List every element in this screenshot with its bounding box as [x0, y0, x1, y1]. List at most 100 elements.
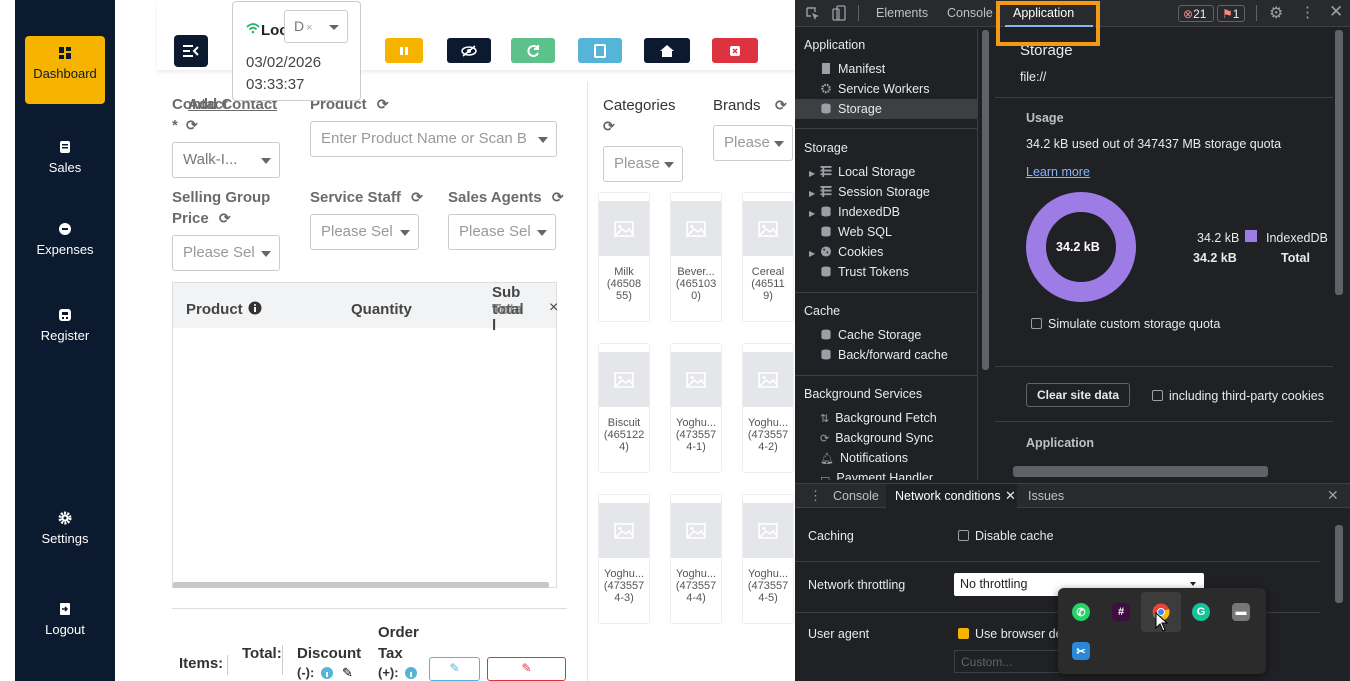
edit-discount-icon[interactable]: ✎ — [342, 665, 353, 681]
tree-item-payment-handler[interactable]: ▭ Payment Handler — [820, 471, 933, 480]
more-options-icon[interactable]: ⋮ — [1300, 3, 1315, 21]
tree-item-storage[interactable]: Storage — [820, 102, 882, 116]
drawer-tab-console[interactable]: Console — [833, 489, 879, 503]
edit-tax-button[interactable]: ✎ — [429, 657, 480, 681]
tablet-button[interactable] — [578, 38, 622, 63]
tree-item-background-sync[interactable]: ⟳ Background Sync — [820, 431, 933, 445]
sales-agents-select[interactable]: Please Sel — [448, 214, 556, 250]
sidebar-item-expenses[interactable]: Expenses — [25, 212, 105, 280]
tab-elements[interactable]: Elements — [876, 6, 928, 20]
tax-label: Tax — [378, 645, 403, 662]
device-toggle-icon[interactable] — [832, 5, 846, 21]
clear-icon[interactable]: × — [306, 22, 312, 34]
drawer-tab-network-conditions[interactable]: Network conditions — [895, 489, 1001, 503]
hide-button[interactable] — [447, 38, 491, 63]
drawer-tab-issues[interactable]: Issues — [1028, 489, 1064, 503]
checkbox[interactable] — [1152, 390, 1163, 401]
third-party-checkbox[interactable]: including third-party cookies — [1152, 389, 1324, 403]
order-label: Order — [378, 624, 419, 641]
product-card[interactable]: Yoghu... (473557 4-2) — [742, 343, 794, 473]
tree-header-storage: Storage — [804, 141, 848, 155]
checkbox-checked[interactable] — [958, 628, 969, 639]
product-search-input[interactable]: Enter Product Name or Scan B — [310, 121, 557, 157]
close-devtools-icon[interactable]: ✕ — [1329, 2, 1343, 22]
product-card[interactable]: Biscuit (465122 4) — [598, 343, 650, 473]
custom-ua-input[interactable]: Custom... — [954, 650, 1064, 673]
tree-item-session-storage[interactable]: ▶ Session Storage — [809, 185, 930, 199]
brands-refresh-icon[interactable]: ⟳ — [775, 97, 787, 114]
collapse-menu-button[interactable] — [174, 35, 208, 67]
display-icon[interactable]: ▬ — [1232, 603, 1250, 621]
disable-cache-checkbox[interactable]: Disable cache — [958, 529, 1054, 543]
categories-refresh-icon[interactable]: ⟳ — [603, 118, 615, 135]
panel-hscrollbar[interactable] — [1013, 466, 1268, 477]
product-card[interactable]: Cereal (46511 9) — [742, 192, 794, 322]
tree-item-web-sql[interactable]: Web SQL — [820, 225, 892, 239]
pause-button[interactable] — [385, 38, 423, 63]
close-tab-icon[interactable]: ✕ — [1005, 488, 1016, 504]
grammarly-icon[interactable]: G — [1192, 603, 1210, 621]
location-select[interactable]: D × — [284, 10, 348, 43]
contact-select[interactable]: Walk-I... — [172, 142, 280, 178]
product-card[interactable]: Yoghu... (473557 4-1) — [670, 343, 722, 473]
tree-item-service-workers[interactable]: Service Workers — [820, 82, 929, 96]
tree-item-notifications[interactable]: 🔔︎ Notifications — [820, 451, 908, 465]
issue-counter[interactable]: ⚑1 — [1217, 5, 1245, 22]
settings-gear-icon[interactable]: ⚙ — [1269, 3, 1283, 23]
cart-scrollbar[interactable] — [173, 582, 549, 588]
tree-item-manifest[interactable]: Manifest — [820, 62, 885, 76]
tree-item-background-fetch[interactable]: ⇅ Background Fetch — [820, 411, 937, 425]
refresh-button[interactable] — [511, 38, 555, 63]
tree-item-bfcache[interactable]: Back/forward cache — [820, 348, 948, 362]
tree-item-cache-storage[interactable]: Cache Storage — [820, 328, 921, 342]
service-staff-refresh-icon[interactable]: ⟳ — [411, 189, 423, 206]
checkbox[interactable] — [958, 530, 969, 541]
product-card[interactable]: Bever... (465103 0) — [670, 192, 722, 322]
selling-group-refresh-icon[interactable]: ⟳ — [219, 210, 231, 227]
categories-select[interactable]: Please — [603, 146, 683, 182]
checkbox[interactable] — [1031, 318, 1042, 329]
sidebar-item-settings[interactable]: Settings — [25, 501, 105, 569]
clear-site-data-button[interactable]: Clear site data — [1026, 383, 1130, 407]
panel-scrollbar[interactable] — [1335, 30, 1343, 295]
product-card[interactable]: Yoghu... (473557 4-5) — [742, 494, 794, 624]
whatsapp-icon[interactable]: ✆ — [1072, 603, 1090, 621]
service-staff-select[interactable]: Please Sel — [310, 214, 419, 250]
contact-refresh-icon[interactable]: ⟳ — [186, 117, 198, 134]
browser-default-checkbox[interactable]: Use browser de — [958, 627, 1063, 641]
tree-item-indexeddb[interactable]: ▶ IndexedDB — [809, 205, 900, 219]
close-drawer-icon[interactable]: ✕ — [1327, 487, 1339, 504]
drawer-more-icon[interactable]: ⋮ — [809, 488, 822, 504]
error-counter[interactable]: ⊗21 — [1178, 5, 1214, 22]
product-refresh-icon[interactable]: ⟳ — [377, 96, 389, 113]
sidebar-item-dashboard[interactable]: Dashboard — [25, 36, 105, 104]
snipping-tool-icon[interactable]: ✂ — [1072, 642, 1090, 660]
drawer-tabbar: ⋮ Console Network conditions ✕ Issues ✕ — [795, 483, 1350, 508]
home-button[interactable] — [644, 38, 690, 63]
slack-icon[interactable]: # — [1112, 603, 1130, 621]
learn-more-link[interactable]: Learn more — [1026, 165, 1090, 179]
sidebar-item-register[interactable]: Register — [25, 298, 105, 366]
drawer-scrollbar[interactable] — [1335, 525, 1343, 603]
inspect-icon[interactable] — [805, 6, 820, 21]
tree-item-cookies[interactable]: ▶ Cookies — [809, 245, 883, 259]
info-icon[interactable] — [405, 667, 417, 679]
tab-console[interactable]: Console — [947, 6, 993, 20]
product-card[interactable]: Milk (46508 55) — [598, 192, 650, 322]
simulate-quota-checkbox[interactable]: Simulate custom storage quota — [1031, 317, 1220, 331]
product-card[interactable]: Yoghu... (473557 4-3) — [598, 494, 650, 624]
brands-select[interactable]: Please — [713, 125, 793, 161]
application-section-header: Application — [1026, 436, 1095, 450]
sales-agents-refresh-icon[interactable]: ⟳ — [552, 189, 564, 206]
info-icon[interactable] — [321, 667, 333, 679]
selling-group-select[interactable]: Please Sel — [172, 235, 280, 271]
info-icon[interactable] — [248, 301, 262, 315]
edit-shipping-button[interactable]: ✎ — [487, 657, 566, 681]
tree-scrollbar[interactable] — [982, 30, 989, 370]
sidebar-item-logout[interactable]: Logout — [25, 592, 105, 660]
close-pos-button[interactable] — [712, 38, 758, 63]
sidebar-item-sales[interactable]: Sales — [25, 130, 105, 198]
tree-item-trust-tokens[interactable]: Trust Tokens — [820, 265, 909, 279]
tree-item-local-storage[interactable]: ▶ Local Storage — [809, 165, 915, 179]
product-card[interactable]: Yoghu... (473557 4-4) — [670, 494, 722, 624]
